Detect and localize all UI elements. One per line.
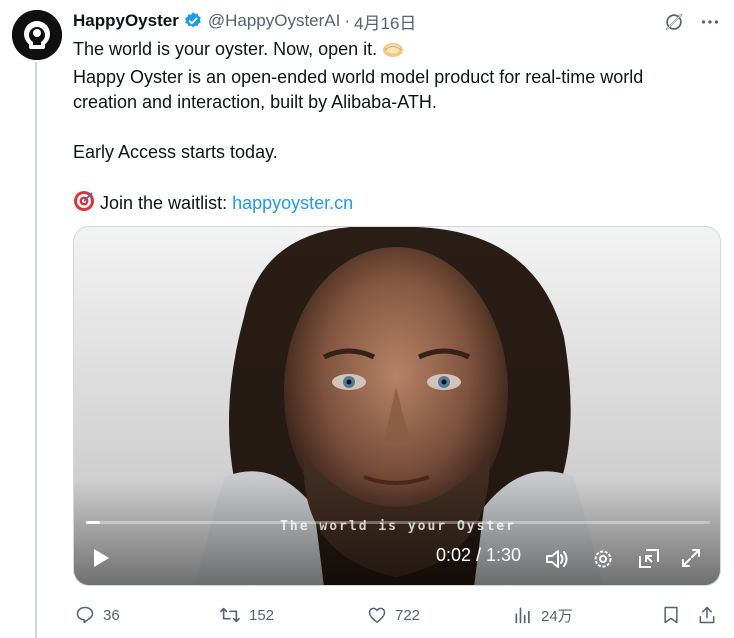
video-controls: 0:02 / 1:30 bbox=[74, 537, 720, 577]
more-options-icon[interactable] bbox=[697, 9, 723, 35]
heart-icon bbox=[368, 607, 386, 623]
share-button[interactable] bbox=[697, 603, 717, 627]
tweet-line-4: Early Access starts today. bbox=[73, 142, 278, 162]
grok-icon[interactable] bbox=[661, 9, 687, 35]
settings-icon[interactable] bbox=[591, 547, 615, 571]
tweet-header: HappyOyster @HappyOysterAI · 4月16日 bbox=[73, 9, 416, 34]
fullscreen-icon[interactable] bbox=[680, 547, 702, 569]
target-emoji-icon bbox=[73, 190, 95, 219]
video-progress-fill bbox=[86, 521, 100, 524]
like-count: 722 bbox=[395, 606, 421, 624]
reply-count: 36 bbox=[103, 606, 120, 624]
share-icon bbox=[699, 606, 715, 624]
pip-icon[interactable] bbox=[637, 547, 661, 571]
waitlist-link[interactable]: happyoyster.cn bbox=[232, 193, 353, 213]
like-button[interactable]: 722 bbox=[367, 603, 420, 627]
video-progress-bar[interactable] bbox=[86, 521, 710, 524]
reply-icon bbox=[76, 606, 94, 624]
tweet-line-5: Join the waitlist: happyoyster.cn bbox=[73, 190, 723, 219]
bookmark-icon bbox=[664, 606, 678, 624]
tweet-line-1: The world is your oyster. Now, open it. bbox=[73, 37, 723, 65]
post-date[interactable]: 4月16日 bbox=[354, 9, 416, 34]
tweet-line-1-text: The world is your oyster. Now, open it. bbox=[73, 39, 378, 59]
oyster-emoji-icon bbox=[382, 40, 404, 65]
views-button[interactable]: 24万 bbox=[513, 603, 573, 627]
video-player[interactable]: The world is your Oyster 0:02 / 1:30 bbox=[73, 226, 721, 586]
oyster-logo-icon bbox=[12, 10, 62, 60]
waitlist-label: Join the waitlist: bbox=[100, 193, 233, 213]
repost-icon bbox=[220, 607, 240, 623]
tweet-text: The world is your oyster. Now, open it. … bbox=[73, 37, 723, 219]
separator-dot: · bbox=[344, 11, 351, 30]
bookmark-button[interactable] bbox=[661, 603, 681, 627]
repost-button[interactable]: 152 bbox=[219, 603, 274, 627]
display-name[interactable]: HappyOyster bbox=[73, 11, 179, 31]
tweet-actions: 36 152 722 24万 bbox=[73, 603, 723, 627]
verified-badge-icon bbox=[183, 11, 203, 31]
view-count: 24万 bbox=[541, 607, 573, 625]
avatar[interactable] bbox=[12, 10, 62, 60]
play-icon[interactable] bbox=[90, 547, 112, 569]
tweet-line-3: creation and interaction, built by Aliba… bbox=[73, 92, 437, 112]
repost-count: 152 bbox=[249, 606, 275, 624]
tweet-line-2: Happy Oyster is an open-ended world mode… bbox=[73, 67, 644, 87]
analytics-icon bbox=[515, 607, 530, 624]
thread-line bbox=[35, 62, 37, 638]
handle[interactable]: @HappyOysterAI bbox=[208, 11, 341, 31]
video-time: 0:02 / 1:30 bbox=[436, 545, 522, 565]
volume-icon[interactable] bbox=[544, 547, 570, 571]
reply-button[interactable]: 36 bbox=[75, 603, 120, 627]
